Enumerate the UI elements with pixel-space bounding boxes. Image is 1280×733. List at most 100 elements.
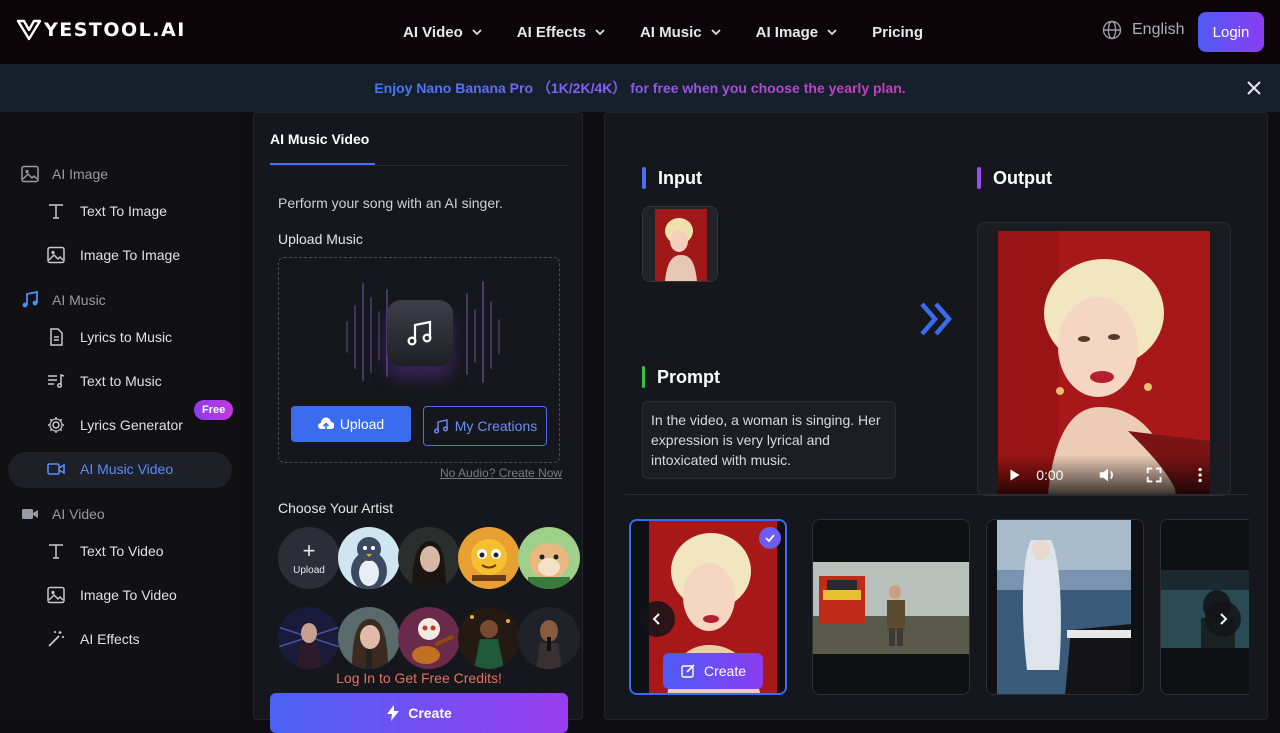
double-chevron-right-icon — [920, 302, 952, 336]
sidebar-item-label: AI Effects — [80, 631, 140, 647]
sidebar-item-label: AI Music Video — [80, 461, 174, 477]
sidebar-item-ai-effects[interactable]: AI Effects — [46, 621, 140, 657]
music-video-panel: AI Music Video Perform your song with an… — [253, 112, 584, 733]
promo-text[interactable]: Enjoy Nano Banana Pro （1K/2K/4K） for fre… — [374, 78, 905, 98]
panel-description: Perform your song with an AI singer. — [278, 195, 503, 211]
sidebar-item-label: Lyrics to Music — [80, 329, 173, 345]
sidebar-item-image-to-image[interactable]: Image To Image — [46, 237, 180, 273]
output-title-text: Output — [993, 167, 1052, 188]
tab-ai-music-video[interactable]: AI Music Video — [270, 131, 369, 147]
artist-avatar-woman-mic[interactable] — [518, 607, 580, 669]
penguin-avatar-image — [338, 527, 400, 589]
sidebar-item-image-to-video[interactable]: Image To Video — [46, 577, 177, 613]
chevron-down-icon — [472, 29, 482, 36]
input-image-thumbnail — [642, 206, 718, 282]
selected-check-icon — [759, 527, 781, 549]
nav-ai-effects[interactable]: AI Effects — [517, 24, 606, 41]
artist-avatar-rock-singer[interactable] — [278, 607, 340, 669]
skeleton-avatar-image — [398, 607, 460, 669]
fullscreen-icon[interactable] — [1144, 464, 1164, 486]
brand-logo[interactable]: YESTOOL.AI — [16, 18, 186, 42]
artist-row-1: + Upload — [278, 527, 580, 589]
example-showcase: Input Prompt In the video, a woman is si… — [604, 112, 1268, 720]
chevron-down-icon — [827, 29, 837, 36]
close-icon[interactable] — [1244, 78, 1264, 98]
artist-row-2 — [278, 607, 580, 669]
nav-label: AI Music — [639, 23, 702, 41]
sidebar-item-text-to-video[interactable]: Text To Video — [46, 533, 164, 569]
login-free-credits-link[interactable]: Log In to Get Free Credits! — [254, 670, 584, 686]
music-dropzone[interactable]: Upload My Creations — [278, 257, 560, 463]
promo-banner: Enjoy Nano Banana Pro （1K/2K/4K） for fre… — [0, 64, 1280, 112]
login-button[interactable]: Login — [1198, 12, 1264, 52]
artist-upload-label: Upload — [293, 564, 325, 576]
carousel-next-button[interactable] — [1205, 601, 1241, 637]
chevron-down-icon — [710, 29, 721, 36]
artist-avatar-hamster[interactable] — [518, 527, 580, 589]
nav-pricing[interactable]: Pricing — [872, 24, 923, 41]
nav-ai-music[interactable]: AI Music — [640, 24, 722, 41]
chevron-right-icon — [1220, 613, 1228, 625]
sidebar-item-lyrics-to-music[interactable]: Lyrics to Music — [46, 319, 172, 355]
nav-ai-video[interactable]: AI Video — [403, 24, 483, 41]
sidebar-section-ai-music: AI Music — [20, 290, 106, 310]
artist-upload-button[interactable]: + Upload — [278, 527, 340, 589]
playlist-icon — [48, 373, 65, 389]
example-carousel: Create — [627, 513, 1249, 703]
logo-mark-icon — [16, 19, 42, 41]
free-badge: Free — [194, 400, 234, 420]
nav-ai-image[interactable]: AI Image — [756, 24, 839, 41]
nav-label: AI Video — [403, 23, 463, 41]
artist-avatar-woman-dark[interactable] — [398, 527, 460, 589]
document-icon — [50, 328, 63, 346]
artist-avatar-penguin[interactable] — [338, 527, 400, 589]
video-camera-icon — [47, 463, 65, 475]
example-create-label: Create — [703, 663, 747, 679]
music-note-icon — [22, 290, 38, 308]
create-button-label: Create — [408, 705, 452, 721]
sidebar-item-label: Image To Image — [80, 247, 181, 263]
artist-avatar-bee[interactable] — [458, 527, 520, 589]
sidebar-item-label: Text To Image — [80, 203, 167, 219]
my-creations-button[interactable]: My Creations — [423, 406, 547, 446]
cloud-upload-icon — [317, 417, 334, 430]
more-options-icon[interactable] — [1190, 464, 1210, 486]
example-create-button[interactable]: Create — [663, 653, 763, 689]
example-card-piano[interactable] — [986, 519, 1144, 695]
upload-button[interactable]: Upload — [291, 406, 411, 442]
main-nav: AI Video AI Effects AI Music AI Image Pr… — [403, 0, 957, 64]
carousel-prev-button[interactable] — [639, 601, 675, 637]
input-section-title: Input — [642, 167, 702, 189]
sidebar-item-text-to-music[interactable]: Text to Music — [46, 363, 162, 399]
language-selector[interactable]: English — [1102, 20, 1184, 40]
example-train-image — [813, 520, 969, 694]
volume-icon[interactable] — [1097, 464, 1117, 486]
magic-wand-icon — [48, 631, 64, 647]
studio-singer-avatar-image — [338, 607, 400, 669]
artist-avatar-woman-green[interactable] — [458, 607, 520, 669]
music-upload-icon-box — [387, 300, 453, 366]
play-icon[interactable] — [1004, 464, 1024, 486]
output-video-player[interactable]: 0:00 — [998, 231, 1210, 495]
sidebar-item-label: Lyrics Generator — [80, 417, 183, 433]
artist-avatar-woman-studio[interactable] — [338, 607, 400, 669]
green-dress-avatar-image — [458, 607, 520, 669]
video-time: 0:00 — [1036, 467, 1064, 483]
image-icon — [21, 165, 39, 183]
top-navigation-bar: YESTOOL.AI AI Video AI Effects AI Music … — [0, 0, 1280, 64]
create-button[interactable]: Create — [270, 693, 568, 733]
output-video-container: 0:00 — [977, 222, 1231, 496]
artist-avatar-skeleton-guitar[interactable] — [398, 607, 460, 669]
hamster-avatar-image — [518, 527, 580, 589]
sidebar-item-label: Text to Music — [80, 373, 162, 389]
no-audio-create-link[interactable]: No Audio? Create Now — [440, 466, 562, 480]
globe-icon — [1102, 20, 1122, 40]
sidebar-item-ai-music-video[interactable]: AI Music Video — [46, 451, 173, 487]
chevron-left-icon — [652, 613, 660, 625]
sidebar: AI Image Text To Image Image To Image AI… — [0, 112, 240, 720]
title-accent-bar — [977, 167, 981, 189]
edit-icon — [681, 664, 695, 678]
example-card-train[interactable] — [812, 519, 970, 695]
sidebar-item-lyrics-generator[interactable]: Lyrics Generator — [46, 407, 183, 443]
sidebar-item-text-to-image[interactable]: Text To Image — [46, 193, 167, 229]
